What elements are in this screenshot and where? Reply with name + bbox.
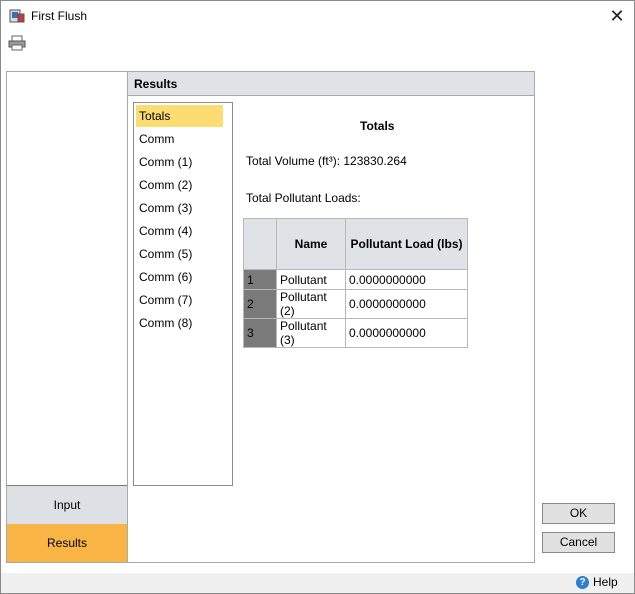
ok-button[interactable]: OK — [542, 503, 615, 524]
pollutant-name-cell[interactable]: Pollutant (2) — [276, 289, 346, 319]
list-item[interactable]: Comm (8) — [136, 312, 223, 334]
first-flush-window: First Flush ✕ Input Results Results Tota… — [0, 0, 635, 594]
help-link[interactable]: ? Help — [576, 575, 618, 590]
nav-tab-input[interactable]: Input — [7, 485, 127, 525]
column-header-name[interactable]: Name — [276, 218, 346, 270]
row-number: 3 — [243, 318, 277, 348]
pollutant-name-cell[interactable]: Pollutant (3) — [276, 318, 346, 348]
list-item[interactable]: Comm (7) — [136, 289, 223, 311]
help-icon: ? — [576, 576, 589, 590]
help-label: Help — [593, 575, 618, 589]
list-item[interactable]: Comm (5) — [136, 243, 223, 265]
close-button[interactable]: ✕ — [604, 5, 630, 27]
total-volume-text: Total Volume (ft³): 123830.264 — [246, 154, 407, 168]
pollutant-name-cell[interactable]: Pollutant — [276, 269, 346, 290]
cancel-button[interactable]: Cancel — [542, 532, 615, 553]
nav-tab-results[interactable]: Results — [7, 524, 127, 562]
pollutant-load-cell[interactable]: 0.0000000000 — [345, 318, 468, 348]
table-corner-header — [243, 218, 277, 270]
row-number: 2 — [243, 289, 277, 319]
list-item[interactable]: Comm — [136, 128, 223, 150]
row-number: 1 — [243, 269, 277, 290]
window-title: First Flush — [31, 9, 88, 23]
app-icon — [9, 9, 25, 23]
pollutant-load-cell[interactable]: 0.0000000000 — [345, 289, 468, 319]
pollutant-loads-label: Total Pollutant Loads: — [246, 191, 361, 205]
results-panel: Results Totals Comm Comm (1) Comm (2) Co… — [127, 71, 535, 563]
status-bar: ? Help — [1, 573, 634, 593]
detail-title: Totals — [360, 119, 395, 133]
table-row[interactable]: 1 Pollutant 0.0000000000 — [243, 269, 468, 290]
list-item[interactable]: Comm (4) — [136, 220, 223, 242]
list-item-totals[interactable]: Totals — [136, 105, 223, 127]
printer-icon[interactable] — [8, 35, 26, 51]
pollutant-load-cell[interactable]: 0.0000000000 — [345, 269, 468, 290]
table-row[interactable]: 3 Pollutant (3) 0.0000000000 — [243, 318, 468, 348]
title-bar: First Flush ✕ — [1, 1, 634, 33]
pollutant-loads-table: Name Pollutant Load (lbs) 1 Pollutant 0.… — [243, 218, 468, 348]
list-item[interactable]: Comm (3) — [136, 197, 223, 219]
list-item[interactable]: Comm (1) — [136, 151, 223, 173]
results-listbox[interactable]: Totals Comm Comm (1) Comm (2) Comm (3) C… — [133, 102, 233, 486]
list-item[interactable]: Comm (2) — [136, 174, 223, 196]
results-header: Results — [128, 72, 534, 96]
table-row[interactable]: 2 Pollutant (2) 0.0000000000 — [243, 289, 468, 319]
list-item[interactable]: Comm (6) — [136, 266, 223, 288]
left-nav-panel: Input Results — [6, 71, 128, 563]
column-header-load[interactable]: Pollutant Load (lbs) — [345, 218, 468, 270]
